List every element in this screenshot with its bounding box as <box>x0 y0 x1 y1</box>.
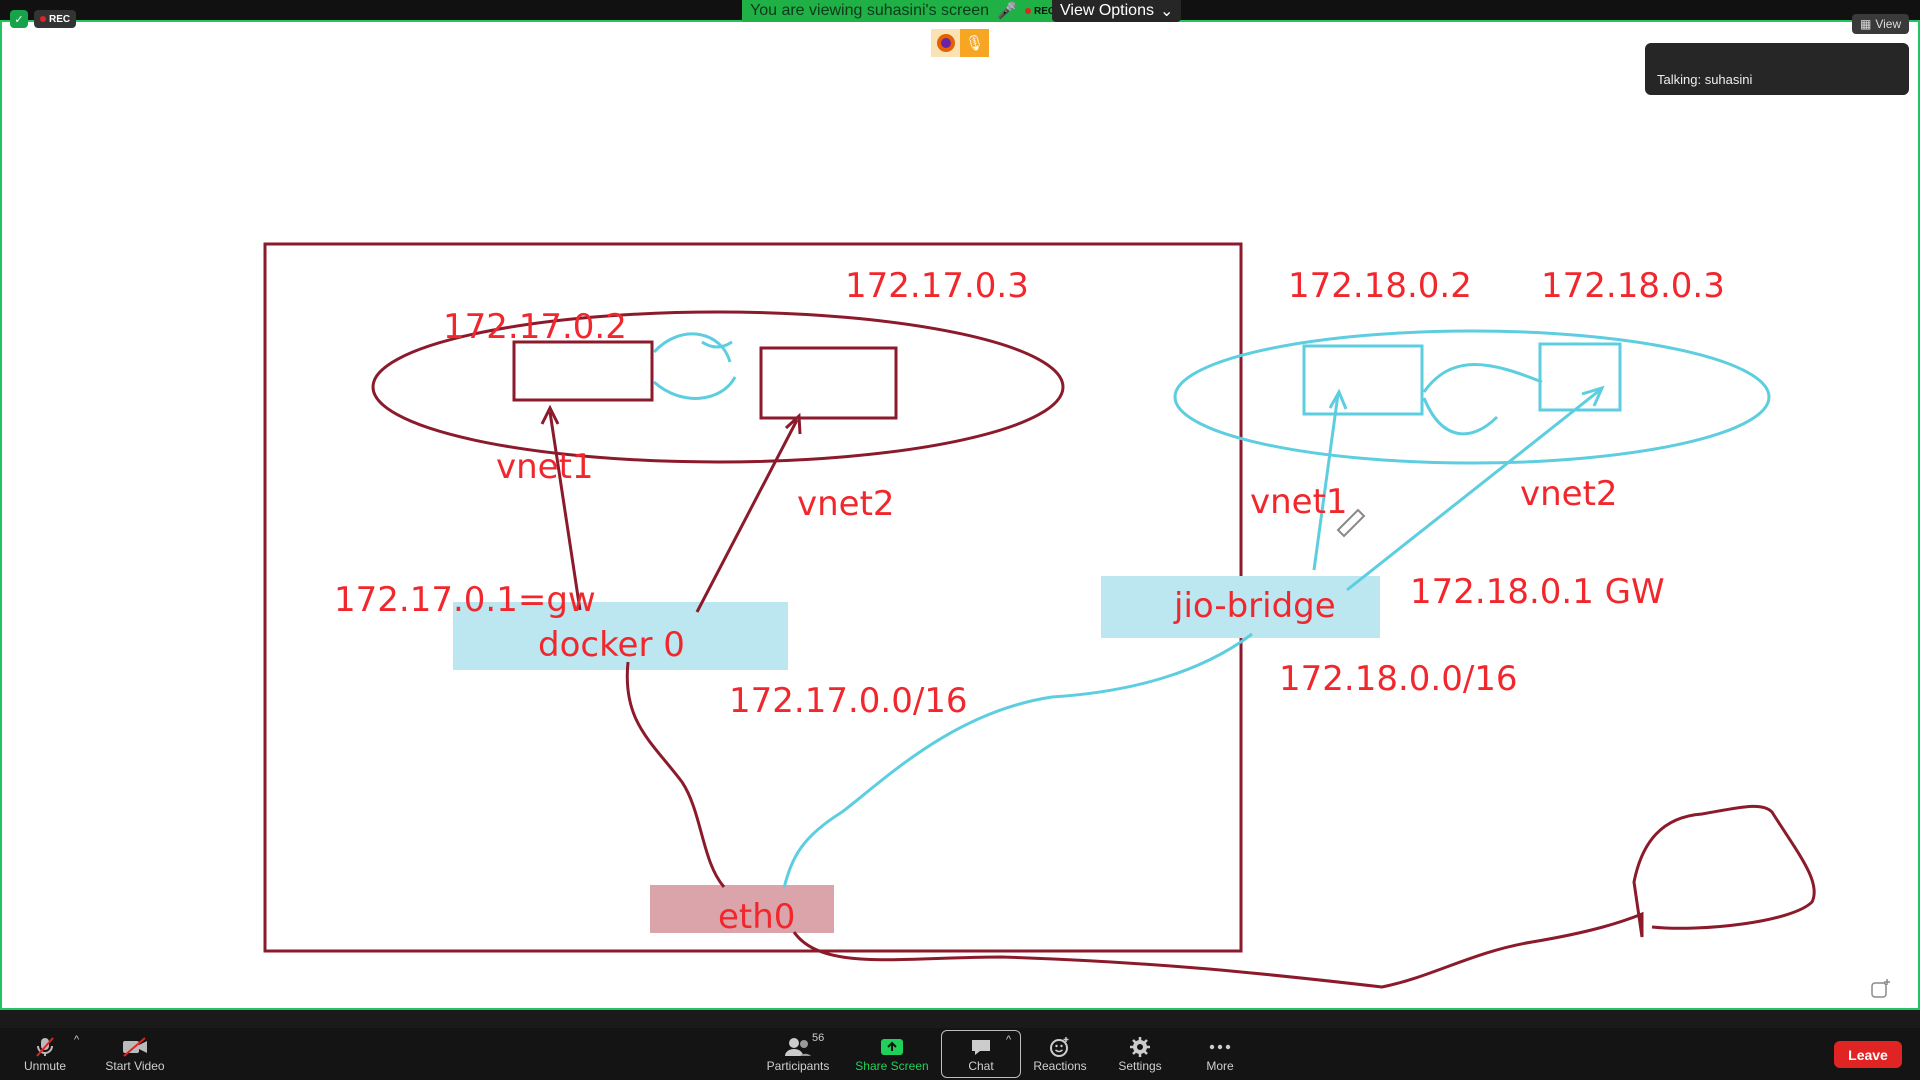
audio-options-caret[interactable]: ^ <box>74 1034 79 1046</box>
shield-icon[interactable]: ✓ <box>10 10 28 28</box>
reactions-label: Reactions <box>1033 1059 1087 1073</box>
left-ip-container2: 172.17.0.3 <box>845 266 1029 306</box>
left-subnet-label: 172.17.0.0/16 <box>729 681 968 721</box>
right-subnet-label: 172.18.0.0/16 <box>1279 659 1518 699</box>
recording-label: REC <box>49 13 71 25</box>
mic-muted-icon <box>33 1035 57 1059</box>
settings-label: Settings <box>1118 1059 1162 1073</box>
unmute-label: Unmute <box>23 1059 67 1073</box>
gear-icon <box>1129 1035 1151 1059</box>
unmute-button[interactable]: Unmute <box>18 1028 72 1080</box>
shared-screen: 172.17.0.3 172.17.0.2 vnet1 vnet2 172.17… <box>0 20 1920 1010</box>
mic-icon: 🎤 <box>997 3 1017 20</box>
right-vnet2-label: vnet2 <box>1520 474 1618 514</box>
view-options-button[interactable]: View Options ⌄ <box>1052 0 1182 22</box>
view-button[interactable]: ▦ View <box>1852 14 1910 34</box>
view-button-label: View <box>1875 17 1902 31</box>
whiteboard-drawing <box>263 242 1816 989</box>
meeting-toolbar: Unmute ^ Start Video Participants 56 Sha… <box>0 1028 1920 1080</box>
eth0-label: eth0 <box>718 897 796 937</box>
chat-options-caret[interactable]: ^ <box>1006 1034 1011 1046</box>
left-vnet1-label: vnet1 <box>496 447 594 487</box>
jio-bridge-label: jio-bridge <box>1174 586 1336 626</box>
left-link-squiggle <box>652 332 737 400</box>
reactions-icon <box>1049 1035 1071 1059</box>
share-screen-button[interactable]: Share Screen <box>853 1028 931 1080</box>
left-gateway-label: 172.17.0.1=gw <box>334 580 596 620</box>
left-vnet2-label: vnet2 <box>797 484 895 524</box>
chat-label: Chat <box>968 1059 994 1073</box>
grid-icon: ▦ <box>1860 17 1872 31</box>
more-icon <box>1208 1035 1232 1059</box>
right-vnet1-label: vnet1 <box>1250 482 1348 522</box>
more-label: More <box>1206 1059 1234 1073</box>
participants-count: 56 <box>812 1032 825 1044</box>
chat-icon <box>970 1035 992 1059</box>
docker0-label: docker 0 <box>538 625 685 665</box>
settings-button[interactable]: Settings <box>1110 1028 1170 1080</box>
right-link-squiggle <box>1422 363 1543 436</box>
banner-text: You are viewing suhasini's screen <box>750 2 990 19</box>
external-link-squiggle <box>792 804 1816 989</box>
reactions-button[interactable]: Reactions <box>1030 1028 1090 1080</box>
chevron-down-icon: ⌄ <box>1159 3 1174 20</box>
active-speaker-tile: Talking: suhasini <box>1645 43 1909 95</box>
participants-button[interactable]: Participants <box>757 1028 839 1080</box>
right-gateway-label: 172.18.0.1 GW <box>1410 572 1665 612</box>
left-vnet2-arrow <box>695 419 799 613</box>
mic-icon: 🎙 <box>960 29 989 57</box>
firefox-icon <box>931 29 960 57</box>
talking-label: Talking: suhasini <box>1657 72 1753 87</box>
shared-app-icons: 🎙 <box>931 29 989 57</box>
participants-icon <box>784 1035 812 1059</box>
jio-eth0-cable <box>782 632 1253 889</box>
right-ip-container1: 172.18.0.2 <box>1288 266 1472 306</box>
participants-label: Participants <box>766 1059 830 1073</box>
left-ip-container1: 172.17.0.2 <box>443 307 627 347</box>
recording-indicator[interactable]: REC <box>34 10 77 28</box>
start-video-button[interactable]: Start Video <box>100 1028 170 1080</box>
viewing-banner: You are viewing suhasini's screen 🎤 REC <box>742 0 1064 22</box>
right-container-1 <box>1302 344 1424 416</box>
share-screen-label: Share Screen <box>855 1059 929 1073</box>
new-share-icon[interactable] <box>1870 977 1892 999</box>
right-network-ellipse <box>1173 329 1771 465</box>
left-container-2 <box>759 346 898 420</box>
view-options-label: View Options <box>1060 2 1154 19</box>
leave-button[interactable]: Leave <box>1834 1041 1902 1068</box>
share-screen-icon <box>880 1035 904 1059</box>
more-button[interactable]: More <box>1190 1028 1250 1080</box>
video-off-icon <box>121 1035 149 1059</box>
start-video-label: Start Video <box>105 1059 165 1073</box>
right-ip-container2: 172.18.0.3 <box>1541 266 1725 306</box>
docker0-eth0-cable <box>625 661 726 888</box>
left-container-1 <box>512 340 654 402</box>
right-container-2 <box>1538 342 1622 412</box>
